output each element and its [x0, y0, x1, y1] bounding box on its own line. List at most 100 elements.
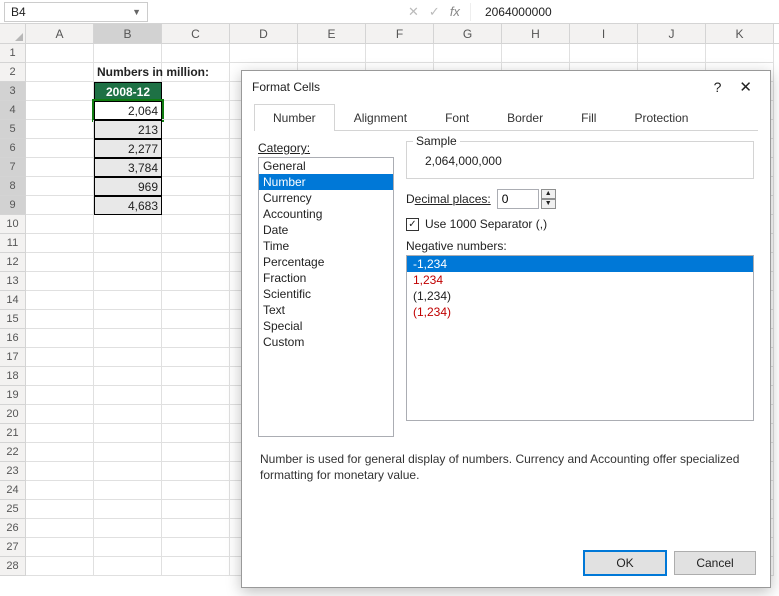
column-header-B[interactable]: B [94, 24, 162, 43]
cell-C8[interactable] [162, 177, 230, 196]
tab-fill[interactable]: Fill [562, 104, 615, 131]
cell-C12[interactable] [162, 253, 230, 272]
cell-B9[interactable]: 4,683 [94, 196, 162, 215]
row-header-15[interactable]: 15 [0, 310, 26, 329]
column-header-H[interactable]: H [502, 24, 570, 43]
category-currency[interactable]: Currency [259, 190, 393, 206]
cell-C2[interactable] [162, 63, 230, 82]
cell-C16[interactable] [162, 329, 230, 348]
cell-C27[interactable] [162, 538, 230, 557]
row-header-23[interactable]: 23 [0, 462, 26, 481]
cell-B15[interactable] [94, 310, 162, 329]
tab-number[interactable]: Number [254, 104, 335, 131]
cell-A2[interactable] [26, 63, 94, 82]
cell-C28[interactable] [162, 557, 230, 576]
cell-A16[interactable] [26, 329, 94, 348]
cell-A23[interactable] [26, 462, 94, 481]
cell-C14[interactable] [162, 291, 230, 310]
negative-option-3[interactable]: (1,234) [407, 304, 753, 320]
cell-B5[interactable]: 213 [94, 120, 162, 139]
category-fraction[interactable]: Fraction [259, 270, 393, 286]
row-header-16[interactable]: 16 [0, 329, 26, 348]
name-box[interactable]: B4 ▼ [4, 2, 148, 22]
category-percentage[interactable]: Percentage [259, 254, 393, 270]
cancel-button[interactable]: Cancel [674, 551, 756, 575]
cell-A4[interactable] [26, 101, 94, 120]
cell-A17[interactable] [26, 348, 94, 367]
cell-A7[interactable] [26, 158, 94, 177]
row-header-14[interactable]: 14 [0, 291, 26, 310]
cell-C19[interactable] [162, 386, 230, 405]
row-header-7[interactable]: 7 [0, 158, 26, 177]
cell-C9[interactable] [162, 196, 230, 215]
cell-B8[interactable]: 969 [94, 177, 162, 196]
column-header-E[interactable]: E [298, 24, 366, 43]
cell-B3[interactable]: 2008-12 [94, 82, 162, 101]
row-header-27[interactable]: 27 [0, 538, 26, 557]
cell-C21[interactable] [162, 424, 230, 443]
cell-C22[interactable] [162, 443, 230, 462]
close-icon[interactable]: ✕ [731, 78, 760, 96]
cell-A18[interactable] [26, 367, 94, 386]
fx-icon[interactable]: fx [450, 4, 460, 19]
cell-C17[interactable] [162, 348, 230, 367]
category-number[interactable]: Number [259, 174, 393, 190]
cell-E1[interactable] [298, 44, 366, 63]
ok-button[interactable]: OK [584, 551, 666, 575]
cell-A24[interactable] [26, 481, 94, 500]
cell-B22[interactable] [94, 443, 162, 462]
cell-K1[interactable] [706, 44, 774, 63]
category-custom[interactable]: Custom [259, 334, 393, 350]
row-header-8[interactable]: 8 [0, 177, 26, 196]
cell-A22[interactable] [26, 443, 94, 462]
cell-B27[interactable] [94, 538, 162, 557]
cell-A3[interactable] [26, 82, 94, 101]
cell-A26[interactable] [26, 519, 94, 538]
cell-B26[interactable] [94, 519, 162, 538]
cell-C26[interactable] [162, 519, 230, 538]
row-header-18[interactable]: 18 [0, 367, 26, 386]
column-header-J[interactable]: J [638, 24, 706, 43]
tab-alignment[interactable]: Alignment [335, 104, 426, 131]
cell-A28[interactable] [26, 557, 94, 576]
negative-option-1[interactable]: 1,234 [407, 272, 753, 288]
cell-C11[interactable] [162, 234, 230, 253]
row-header-10[interactable]: 10 [0, 215, 26, 234]
column-header-G[interactable]: G [434, 24, 502, 43]
cell-D1[interactable] [230, 44, 298, 63]
cell-C7[interactable] [162, 158, 230, 177]
cell-B6[interactable]: 2,277 [94, 139, 162, 158]
cell-I1[interactable] [570, 44, 638, 63]
cell-C10[interactable] [162, 215, 230, 234]
cell-A21[interactable] [26, 424, 94, 443]
cell-A27[interactable] [26, 538, 94, 557]
cell-B2[interactable]: Numbers in million: [94, 63, 162, 82]
help-icon[interactable]: ? [704, 79, 732, 95]
cell-B16[interactable] [94, 329, 162, 348]
row-header-19[interactable]: 19 [0, 386, 26, 405]
category-text[interactable]: Text [259, 302, 393, 318]
row-header-5[interactable]: 5 [0, 120, 26, 139]
cell-B28[interactable] [94, 557, 162, 576]
cell-B25[interactable] [94, 500, 162, 519]
row-header-1[interactable]: 1 [0, 44, 26, 63]
cell-A6[interactable] [26, 139, 94, 158]
row-header-3[interactable]: 3 [0, 82, 26, 101]
cell-A8[interactable] [26, 177, 94, 196]
category-special[interactable]: Special [259, 318, 393, 334]
cell-C13[interactable] [162, 272, 230, 291]
column-header-D[interactable]: D [230, 24, 298, 43]
cell-C3[interactable] [162, 82, 230, 101]
cell-C5[interactable] [162, 120, 230, 139]
cell-A19[interactable] [26, 386, 94, 405]
row-header-24[interactable]: 24 [0, 481, 26, 500]
cell-C25[interactable] [162, 500, 230, 519]
name-box-dropdown-icon[interactable]: ▼ [132, 7, 141, 17]
cell-A25[interactable] [26, 500, 94, 519]
cell-B13[interactable] [94, 272, 162, 291]
category-list[interactable]: GeneralNumberCurrencyAccountingDateTimeP… [258, 157, 394, 437]
row-header-2[interactable]: 2 [0, 63, 26, 82]
category-general[interactable]: General [259, 158, 393, 174]
cell-C1[interactable] [162, 44, 230, 63]
negative-numbers-list[interactable]: -1,2341,234(1,234)(1,234) [406, 255, 754, 421]
